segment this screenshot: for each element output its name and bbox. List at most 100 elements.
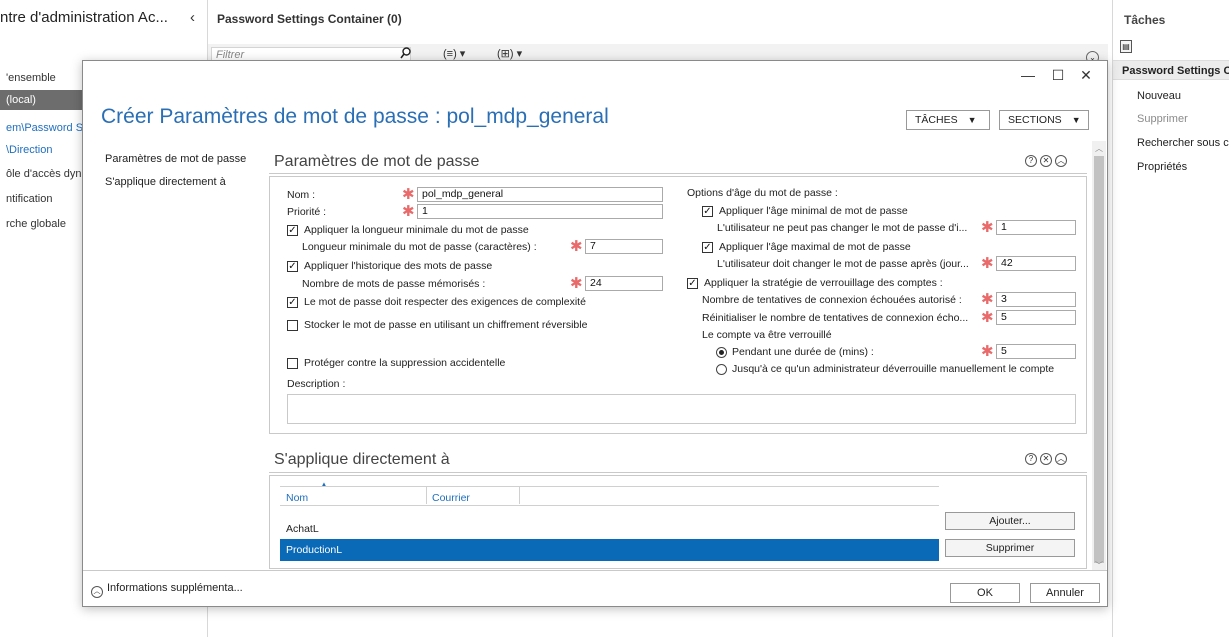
task-search-under[interactable]: Rechercher sous c [1137,137,1229,149]
required-icon: ✱ [402,203,415,220]
locked-label: Le compte va être verrouillé [702,329,832,341]
tasks-menu-button[interactable]: TÂCHES ▼ [906,110,990,130]
required-icon: ✱ [981,291,994,308]
protect-label: Protéger contre la suppression accidente… [304,357,506,369]
minimize-button[interactable]: — [1013,67,1043,83]
dialog-title: Créer Paramètres de mot de passe : pol_m… [101,105,609,128]
complexity-checkbox[interactable]: ✓ [287,297,298,308]
task-clipboard-icon[interactable]: ▤ [1120,40,1132,53]
min-length-checkbox[interactable]: ✓ [287,225,298,236]
adac-title: ntre d'administration Ac... [0,9,168,26]
protect-checkbox[interactable] [287,358,298,369]
duration-field[interactable]: 5 [996,344,1076,359]
history-check-label: Appliquer l'historique des mots de passe [304,260,493,272]
admin-unlock-radio[interactable] [716,364,727,375]
nav-item-dynamic-access[interactable]: ôle d'accès dyn [0,164,82,184]
column-header-name[interactable]: Nom [286,492,308,504]
container-title: Password Settings Container (0) [217,12,402,26]
nav-item-direction[interactable]: \Direction [0,140,82,160]
table-row-selected[interactable]: ProductionL [280,539,939,561]
left-nav-password-settings[interactable]: Paramètres de mot de passe [105,153,246,165]
section-divider [269,173,1087,174]
complexity-label: Le mot de passe doit respecter des exige… [304,296,586,308]
history-field[interactable]: 24 [585,276,663,291]
priority-field[interactable]: 1 [417,204,663,219]
name-field[interactable]: pol_mdp_general [417,187,663,202]
help-icon[interactable]: ? [1025,155,1037,167]
collapse-nav-icon[interactable]: ‹ [190,9,195,26]
min-age-field[interactable]: 1 [996,220,1076,235]
duration-radio[interactable] [716,347,727,358]
task-properties[interactable]: Propriétés [1137,161,1187,173]
password-settings-panel: Nom : ✱ pol_mdp_general Priorité : ✱ 1 ✓… [269,176,1087,434]
maximize-button[interactable]: ☐ [1043,67,1073,84]
reversible-checkbox[interactable] [287,320,298,331]
close-section-icon[interactable]: ✕ [1040,453,1052,465]
reset-field[interactable]: 5 [996,310,1076,325]
table-header-line [280,505,939,506]
lockout-check-label: Appliquer la stratégie de verrouillage d… [704,277,943,289]
attempts-field[interactable]: 3 [996,292,1076,307]
close-button[interactable]: ✕ [1071,67,1101,84]
collapse-section-icon[interactable]: ︿ [1055,453,1067,465]
required-icon: ✱ [570,238,583,255]
footer-divider [83,570,1107,571]
min-length-check-label: Appliquer la longueur minimale du mot de… [304,224,529,236]
more-info-toggle[interactable]: ︿ Informations supplémenta... [91,582,243,598]
cancel-button[interactable]: Annuler [1030,583,1100,603]
description-field[interactable] [287,394,1076,424]
remove-button[interactable]: Supprimer [945,539,1075,557]
nav-item-overview[interactable]: 'ensemble [0,68,82,88]
max-age-field[interactable]: 42 [996,256,1076,271]
more-info-label: Informations supplémenta... [107,582,243,594]
required-icon: ✱ [981,309,994,326]
scroll-up-icon[interactable]: ︿ [1095,143,1103,154]
save-query-dropdown[interactable]: (⊞) ▾ [497,47,522,60]
collapse-section-icon[interactable]: ︿ [1055,155,1067,167]
priority-label: Priorité : [287,206,327,218]
reset-label: Réinitialiser le nombre de tentatives de… [702,312,969,324]
list-options-dropdown[interactable]: (≡) ▾ [443,47,465,60]
age-options-label: Options d'âge du mot de passe : [687,187,838,199]
history-label: Nombre de mots de passe mémorisés : [302,278,486,290]
chevron-down-icon: ▼ [967,115,977,125]
min-length-field[interactable]: 7 [585,239,663,254]
required-icon: ✱ [981,255,994,272]
close-section-icon[interactable]: ✕ [1040,155,1052,167]
reversible-label: Stocker le mot de passe en utilisant un … [304,319,588,331]
nav-item-global-search[interactable]: rche globale [0,214,82,234]
min-length-label: Longueur minimale du mot de passe (carac… [302,241,537,253]
ok-button[interactable]: OK [950,583,1020,603]
left-nav-applies-to[interactable]: S'applique directement à [105,176,226,188]
section-controls: ? ✕ ︿ [1022,453,1067,465]
attempts-label: Nombre de tentatives de connexion échoué… [702,294,962,306]
nav-item-password-settings[interactable]: em\Password S [0,118,82,138]
table-row[interactable]: AchatL [286,523,319,535]
admin-unlock-label: Jusqu'à ce qu'un administrateur déverrou… [732,363,1055,375]
help-icon[interactable]: ? [1025,453,1037,465]
applies-section-title: S'applique directement à [274,451,450,468]
nav-item-authentication[interactable]: ntification [0,189,82,209]
column-header-mail[interactable]: Courrier [432,492,470,504]
nav-item-domain[interactable]: (local) [0,90,82,110]
max-age-checkbox[interactable]: ✓ [702,242,713,253]
tasks-menu-label: TÂCHES [915,114,958,126]
sort-arrow-icon: ▲ [320,480,328,489]
tasks-section-title[interactable]: Password Settings Co [1122,65,1229,77]
duration-radio-label: Pendant une durée de (mins) : [732,346,874,358]
name-label: Nom : [287,189,316,201]
max-age-check-label: Appliquer l'âge maximal de mot de passe [719,241,911,253]
scroll-thumb[interactable] [1094,156,1104,563]
required-icon: ✱ [981,343,994,360]
column-divider [519,487,520,504]
task-new[interactable]: Nouveau [1137,90,1181,102]
section-controls: ? ✕ ︿ [1022,155,1067,167]
required-icon: ✱ [981,219,994,236]
password-section-title: Paramètres de mot de passe [274,153,480,170]
history-checkbox[interactable]: ✓ [287,261,298,272]
lockout-checkbox[interactable]: ✓ [687,278,698,289]
add-button[interactable]: Ajouter... [945,512,1075,530]
min-age-checkbox[interactable]: ✓ [702,206,713,217]
max-age-label: L'utilisateur doit changer le mot de pas… [717,258,969,270]
sections-menu-button[interactable]: SECTIONS ▼ [999,110,1089,130]
